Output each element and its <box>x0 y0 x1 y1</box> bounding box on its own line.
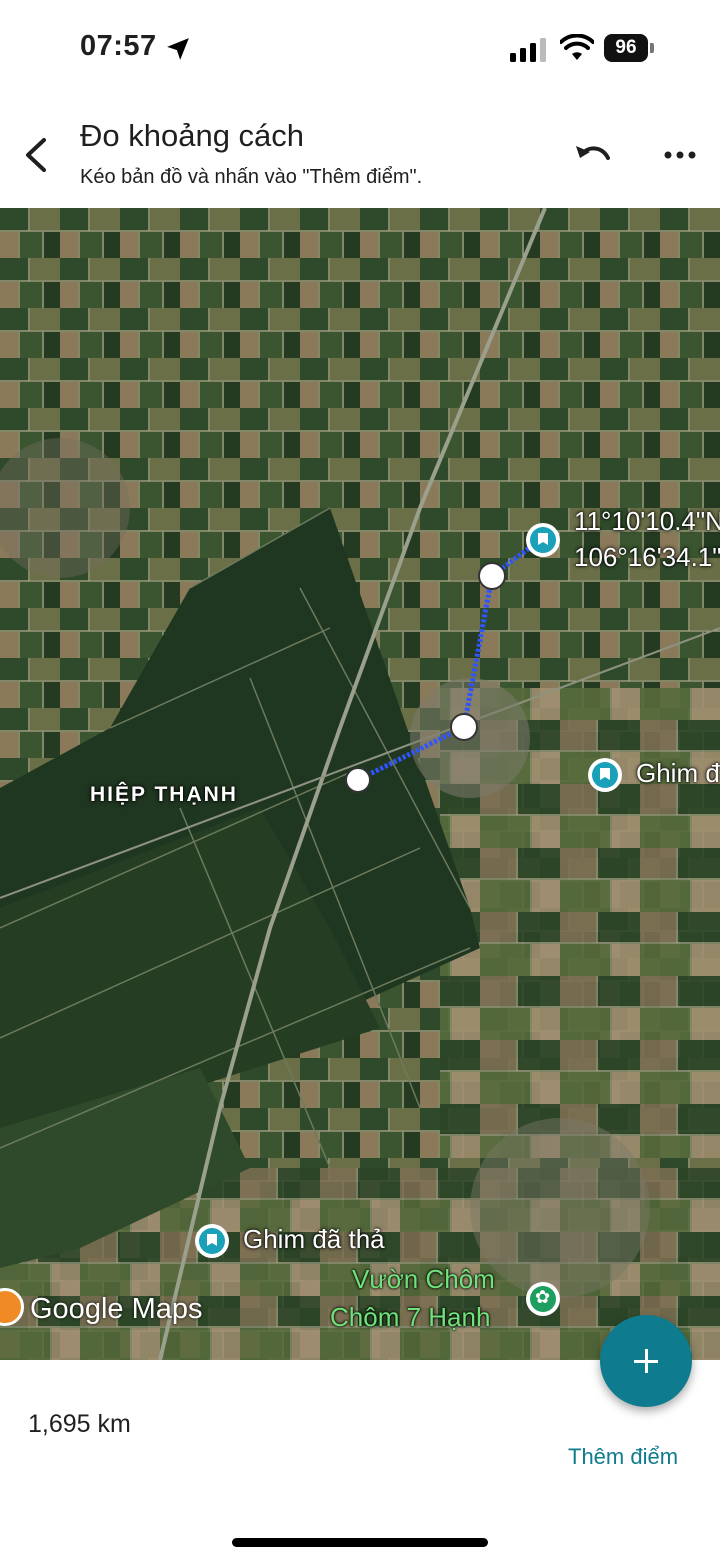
coordinate-label-lng: 106°16'34.1" <box>574 542 720 572</box>
distance-value: 1,695 km <box>28 1410 131 1438</box>
garden-label-line2: Chôm 7 Hạnh <box>330 1302 491 1332</box>
pin-label-right: Ghim đ <box>636 758 720 788</box>
pin-icon-inner <box>592 762 618 788</box>
add-point-button[interactable]: Thêm điểm <box>568 1444 678 1470</box>
signal-icon <box>510 38 546 62</box>
page-subtitle: Kéo bản đồ và nhấn vào "Thêm điểm". <box>80 166 423 188</box>
place-name-label: HIỆP THẠNH <box>90 783 238 806</box>
flower-icon <box>530 1286 556 1312</box>
status-bar: 07:57 96 <box>0 0 720 100</box>
location-arrow-icon <box>167 38 189 60</box>
pin-icon[interactable] <box>526 523 560 557</box>
undo-icon[interactable] <box>570 136 616 176</box>
garden-label-line1: Vườn Chôm <box>352 1264 495 1294</box>
home-indicator[interactable] <box>232 1538 488 1547</box>
pin-icon-inner <box>530 527 556 553</box>
dropped-pin-label: Ghim đã thả <box>243 1224 385 1254</box>
garden-pin-icon[interactable] <box>526 1282 560 1316</box>
pin-icon-inner <box>199 1228 225 1254</box>
app-header: Đo khoảng cách Kéo bản đồ và nhấn vào "T… <box>0 100 720 208</box>
back-arrow-icon[interactable] <box>16 130 60 180</box>
satellite-map[interactable]: 11°10'10.4"N 106°16'34.1" Ghim đ HIỆP TH… <box>0 208 720 1360</box>
pin-icon[interactable] <box>588 758 622 792</box>
more-icon[interactable] <box>660 140 700 170</box>
page-title: Đo khoảng cách <box>80 118 305 153</box>
add-point-fab[interactable] <box>600 1315 692 1407</box>
battery-tip <box>650 43 654 53</box>
battery-level: 96 <box>604 34 648 62</box>
status-time: 07:57 <box>80 30 157 62</box>
pin-icon[interactable] <box>195 1224 229 1258</box>
wifi-icon <box>560 34 594 60</box>
battery-icon: 96 <box>604 34 654 62</box>
google-maps-logo: Google Maps <box>30 1293 203 1325</box>
coordinate-label-lat: 11°10'10.4"N <box>574 506 720 536</box>
